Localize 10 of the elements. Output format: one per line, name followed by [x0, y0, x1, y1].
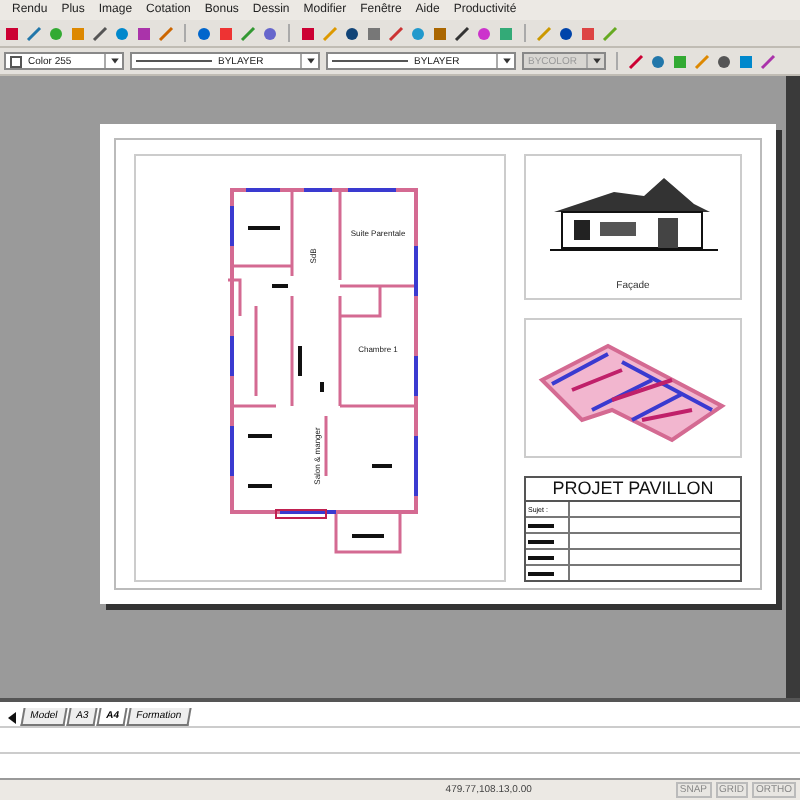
- tab-nav-icon[interactable]: [4, 710, 20, 726]
- scrollbar[interactable]: [786, 76, 800, 698]
- caret-icon: [305, 56, 315, 66]
- project-title: PROJET PAVILLON: [526, 478, 740, 502]
- caret-icon: [109, 56, 119, 66]
- caret-icon: [501, 56, 511, 66]
- caret-icon: [591, 56, 601, 66]
- color-swatch-icon: [10, 55, 22, 67]
- line-sample-icon: [136, 60, 212, 62]
- line-sample-icon: [332, 60, 408, 62]
